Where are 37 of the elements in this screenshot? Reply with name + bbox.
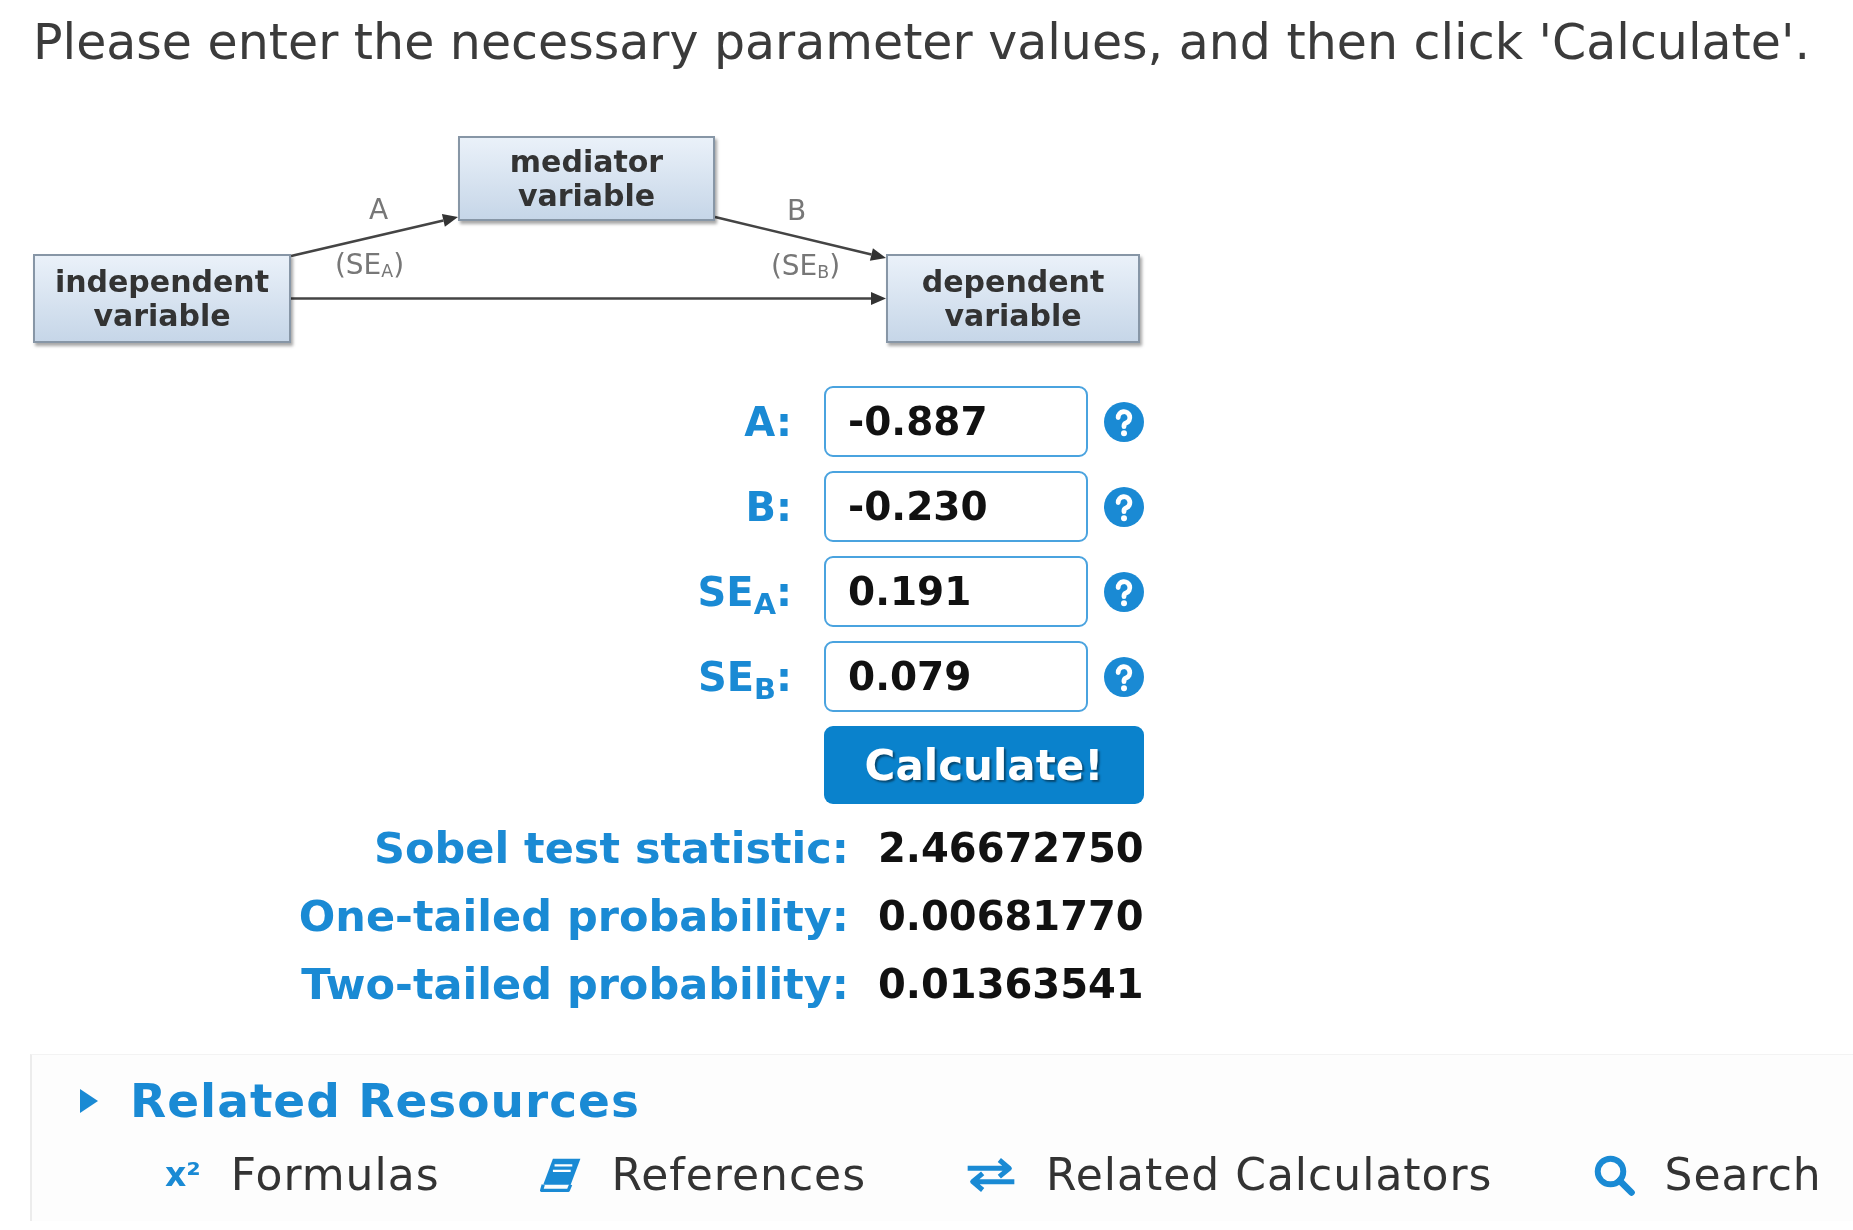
resource-link[interactable]: Search [1592, 1149, 1822, 1201]
diagram-node: independent variable [33, 254, 291, 343]
input-field[interactable]: 0.191 [824, 556, 1088, 627]
edge-label: A [368, 193, 389, 226]
result-label: Two-tailed probability: [301, 958, 849, 1010]
result-label: One-tailed probability: [298, 890, 849, 942]
help-icon[interactable] [1104, 656, 1144, 697]
help-icon[interactable] [1104, 401, 1144, 442]
calculate-button[interactable]: Calculate! [824, 726, 1144, 804]
input-field[interactable]: -0.887 [824, 386, 1088, 457]
help-icon[interactable] [1104, 571, 1144, 612]
result-value: 0.01363541 [878, 960, 1144, 1009]
related-resources-toggle[interactable]: Related Resources [80, 1073, 640, 1129]
result-value: 0.00681770 [878, 892, 1144, 941]
caret-icon [80, 1089, 98, 1113]
resource-link[interactable]: x² Formulas [165, 1149, 440, 1201]
resource-link[interactable]: Related Calculators [966, 1149, 1493, 1201]
field-label: B: [745, 482, 792, 531]
field-label: A: [744, 397, 792, 446]
edge-label: B [786, 194, 807, 227]
field-label: SE$_{A}$: [697, 567, 792, 616]
field-label: SE$_{B}$: [697, 652, 792, 701]
x-squared-icon: x² [165, 1155, 201, 1195]
diagram-node: mediator variable [458, 136, 715, 221]
input-field[interactable]: -0.230 [824, 471, 1088, 542]
diagram-node: dependent variable [886, 254, 1140, 343]
result-label: Sobel test statistic: [373, 822, 849, 874]
instruction-text: Please enter the necessary parameter values, and then click 'Calculate'. [33, 14, 1810, 72]
search-icon [1592, 1154, 1635, 1196]
input-field[interactable]: 0.079 [824, 641, 1088, 712]
help-icon[interactable] [1104, 486, 1144, 527]
edge-label: (SE$_{B}$) [770, 249, 841, 282]
edge-label: (SE$_{A}$) [334, 248, 405, 281]
book-icon [539, 1157, 582, 1193]
result-value: 2.46672750 [878, 824, 1144, 873]
resource-link[interactable]: References [539, 1149, 867, 1201]
swap-arrows-icon [966, 1158, 1017, 1192]
